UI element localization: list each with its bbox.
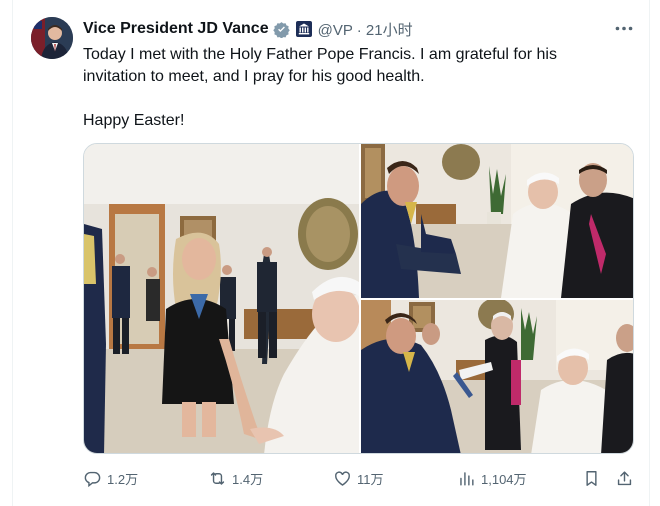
retweet-count: 1.4万 — [232, 471, 264, 487]
handle-and-time[interactable]: @VP · 21小时 — [318, 19, 413, 40]
author-name[interactable]: Vice President JD Vance — [83, 20, 269, 38]
retweet-icon — [210, 471, 225, 485]
photo-meeting-seated[interactable] — [361, 144, 633, 298]
like-button[interactable]: 11万 — [333, 466, 384, 490]
views-chart-icon — [460, 471, 474, 486]
avatar[interactable] — [31, 17, 73, 59]
share-icon — [617, 470, 632, 485]
share-button[interactable] — [615, 466, 634, 490]
views-button[interactable]: 1,104万 — [457, 466, 527, 490]
government-building-icon[interactable] — [295, 21, 312, 37]
like-count: 11万 — [357, 471, 384, 487]
photo-gift-exchange[interactable] — [361, 300, 633, 453]
verified-badge-icon[interactable] — [272, 21, 290, 38]
action-bar: 1.2万 1.4万 11万 1,104万 — [83, 466, 634, 490]
media-grid — [83, 143, 634, 454]
reply-icon — [84, 471, 101, 487]
views-count: 1,104万 — [481, 471, 527, 487]
tweet-text: Today I met with the Holy Father Pope Fr… — [83, 44, 623, 132]
retweet-button[interactable]: 1.4万 — [208, 466, 263, 490]
reply-count: 1.2万 — [107, 471, 139, 487]
tweet-text-line: Today I met with the Holy Father Pope Fr… — [83, 46, 557, 85]
bookmark-button[interactable] — [582, 466, 601, 490]
bookmark-icon — [586, 470, 597, 486]
tweet-text-line: Happy Easter! — [83, 112, 185, 129]
heart-icon — [335, 470, 350, 486]
reply-button[interactable]: 1.2万 — [83, 466, 138, 490]
photo-handshake[interactable] — [84, 144, 359, 453]
tweet-header: Vice President JD Vance @VP · 21小时 — [83, 18, 413, 40]
more-options-icon[interactable] — [613, 19, 635, 37]
